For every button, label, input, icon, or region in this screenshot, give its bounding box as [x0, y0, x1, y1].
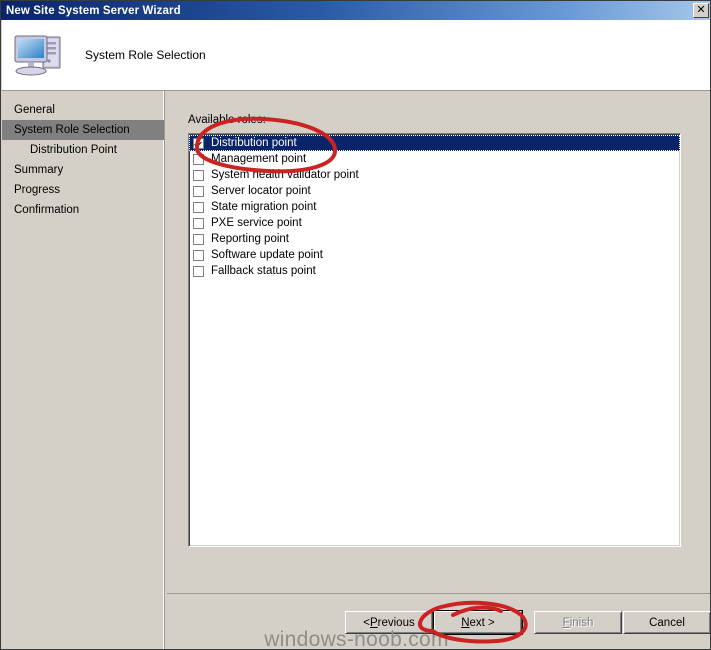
role-label: Fallback status point — [211, 265, 316, 277]
checkbox-management-point[interactable] — [193, 153, 204, 165]
button-bar: < Previous Next > Finish Cancel — [167, 594, 710, 649]
wizard-steps-sidebar: General System Role Selection Distributi… — [2, 91, 164, 649]
role-row-software-update-point[interactable]: Software update point — [189, 247, 680, 263]
checkbox-system-health-validator-point[interactable] — [193, 169, 204, 181]
checkbox-pxe-service-point[interactable] — [193, 217, 204, 229]
wizard-window: New Site System Server Wizard ✕ System R… — [0, 0, 711, 650]
checkbox-fallback-status-point[interactable] — [193, 265, 204, 277]
role-row-state-migration-point[interactable]: State migration point — [189, 199, 680, 215]
main-panel: Available roles: Distribution point Mana… — [167, 91, 710, 593]
role-row-pxe-service-point[interactable]: PXE service point — [189, 215, 680, 231]
wizard-header: System Role Selection — [2, 20, 710, 91]
sidebar-item-confirmation[interactable]: Confirmation — [2, 200, 163, 220]
role-row-fallback-status-point[interactable]: Fallback status point — [189, 263, 680, 279]
previous-button-prefix: < — [363, 616, 370, 629]
role-row-system-health-validator-point[interactable]: System health validator point — [189, 167, 680, 183]
checkbox-state-migration-point[interactable] — [193, 201, 204, 213]
role-label: System health validator point — [211, 169, 359, 181]
role-label: PXE service point — [211, 217, 302, 229]
next-button-rest: ext > — [469, 616, 495, 629]
next-button-accel: N — [461, 616, 470, 629]
server-computer-icon — [11, 30, 67, 80]
checkbox-server-locator-point[interactable] — [193, 185, 204, 197]
available-roles-label: Available roles: — [188, 114, 266, 126]
finish-button-rest: inish — [569, 616, 594, 629]
title-bar: New Site System Server Wizard ✕ — [1, 1, 710, 20]
sidebar-item-distribution-point[interactable]: Distribution Point — [2, 140, 163, 160]
sidebar-divider — [164, 91, 166, 649]
role-row-server-locator-point[interactable]: Server locator point — [189, 183, 680, 199]
role-label: Management point — [211, 153, 307, 165]
checkbox-distribution-point[interactable] — [193, 137, 204, 149]
previous-button-rest: revious — [377, 616, 415, 629]
role-label: Reporting point — [211, 233, 289, 245]
sidebar-item-general[interactable]: General — [2, 100, 163, 120]
sidebar-item-progress[interactable]: Progress — [2, 180, 163, 200]
sidebar-item-summary[interactable]: Summary — [2, 160, 163, 180]
cancel-button-label: Cancel — [649, 616, 685, 629]
role-row-distribution-point[interactable]: Distribution point — [189, 135, 680, 151]
previous-button[interactable]: < Previous — [345, 611, 433, 634]
role-label: State migration point — [211, 201, 317, 213]
checkbox-reporting-point[interactable] — [193, 233, 204, 245]
close-icon[interactable]: ✕ — [693, 3, 709, 18]
role-label: Server locator point — [211, 185, 311, 197]
checkbox-software-update-point[interactable] — [193, 249, 204, 261]
sidebar-item-system-role-selection[interactable]: System Role Selection — [2, 120, 164, 140]
finish-button: Finish — [534, 611, 622, 634]
previous-button-accel: P — [369, 616, 378, 629]
window-title: New Site System Server Wizard — [6, 4, 181, 17]
role-row-reporting-point[interactable]: Reporting point — [189, 231, 680, 247]
role-label: Software update point — [211, 249, 323, 261]
role-label: Distribution point — [211, 137, 297, 149]
available-roles-list[interactable]: Distribution point Management point Syst… — [188, 133, 681, 547]
role-row-management-point[interactable]: Management point — [189, 151, 680, 167]
finish-button-accel: F — [562, 616, 570, 629]
page-title: System Role Selection — [85, 48, 206, 62]
next-button[interactable]: Next > — [433, 610, 523, 635]
cancel-button[interactable]: Cancel — [623, 611, 710, 634]
